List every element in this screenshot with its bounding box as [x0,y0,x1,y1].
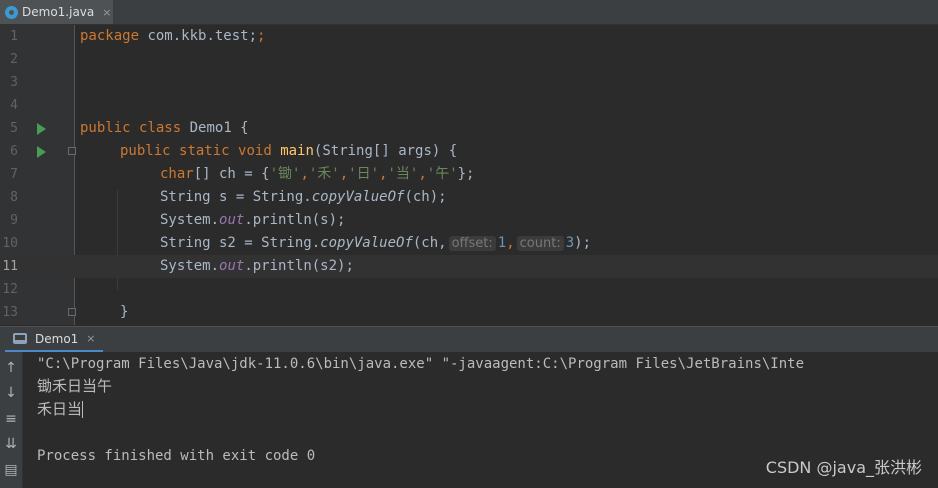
arrow-up-icon[interactable]: ↑ [3,360,19,376]
code-editor[interactable]: 1 package com.kkb.test;; 2 3 4 5 public … [0,25,938,325]
fold-icon[interactable] [68,147,76,155]
editor-tab-label: Demo1.java [22,5,95,19]
line-number: 3 [10,75,18,90]
line-number: 10 [2,236,18,251]
console-toolbar: ↑ ↓ ≡ ⇊ ▤ [0,352,23,488]
arrow-down-icon[interactable]: ↓ [3,385,19,401]
console-output-line: 锄禾日当午 [37,377,113,395]
code-text: String s2 = String.copyValueOf(ch, offset… [160,235,591,251]
run-tab-demo1[interactable]: Demo1 × [5,327,103,353]
soft-wrap-icon[interactable]: ≡ [3,411,19,427]
run-tab-label: Demo1 [35,331,79,346]
code-line[interactable]: 2 [0,48,938,71]
code-text: public static void main(String[] args) { [120,143,458,159]
code-line[interactable]: 1 package com.kkb.test;; [0,25,938,48]
scroll-to-end-icon[interactable]: ⇊ [3,436,19,452]
code-text: public class Demo1 { [80,120,249,136]
line-number: 13 [2,305,18,320]
console-output-line: 禾日当 [37,400,84,418]
close-icon[interactable]: × [86,332,95,345]
code-line[interactable]: 8 String s = String.copyValueOf(ch); [0,186,938,209]
fold-icon[interactable] [68,308,76,316]
run-tool-window-header: Demo1 × [0,326,938,353]
code-line[interactable]: 10 String s2 = String.copyValueOf(ch, off… [0,232,938,255]
code-line[interactable]: 3 [0,71,938,94]
run-console[interactable]: ↑ ↓ ≡ ⇊ ▤ "C:\Program Files\Java\jdk-11.… [0,352,938,488]
line-number: 6 [10,144,18,159]
line-number: 5 [10,121,18,136]
line-number: 11 [2,259,18,274]
code-line[interactable]: 5 public class Demo1 { [0,117,938,140]
code-line[interactable]: 13 } [0,301,938,324]
watermark: CSDN @java_张洪彬 [765,458,922,477]
java-class-icon [5,5,18,19]
code-text: package com.kkb.test;; [80,28,266,44]
editor-tab-bar: Demo1.java × [0,0,938,25]
param-hint-count: count: [516,236,564,251]
run-class-icon[interactable] [37,123,46,135]
close-icon[interactable]: × [102,6,111,19]
line-number: 8 [10,190,18,205]
code-text: System.out.println(s); [160,212,346,228]
code-line[interactable]: 7 char[] ch = {'锄','禾','日','当','午'}; [0,163,938,186]
code-line[interactable]: 9 System.out.println(s); [0,209,938,232]
code-line[interactable]: 4 [0,94,938,117]
editor-tab-demo1-java[interactable]: Demo1.java × [0,0,113,24]
line-number: 2 [10,52,18,67]
code-text: String s = String.copyValueOf(ch); [160,189,447,205]
code-line[interactable]: 12 [0,278,938,301]
print-icon[interactable]: ▤ [3,462,19,478]
code-text: System.out.println(s2); [160,258,354,274]
text-caret [82,401,84,418]
console-icon [13,333,27,344]
line-number: 1 [10,29,18,44]
line-number: 7 [10,167,18,182]
line-number: 9 [10,213,18,228]
line-number: 4 [10,98,18,113]
code-text: char[] ch = {'锄','禾','日','当','午'}; [160,166,475,182]
code-text: } [120,304,129,320]
run-main-icon[interactable] [37,146,46,158]
console-exit-message: Process finished with exit code 0 [37,448,316,464]
param-hint-offset: offset: [448,236,496,251]
code-line-current[interactable]: 11 System.out.println(s2); [0,255,938,278]
code-line[interactable]: 6 public static void main(String[] args)… [0,140,938,163]
line-number: 12 [2,282,18,297]
console-command-line: "C:\Program Files\Java\jdk-11.0.6\bin\ja… [37,356,805,372]
